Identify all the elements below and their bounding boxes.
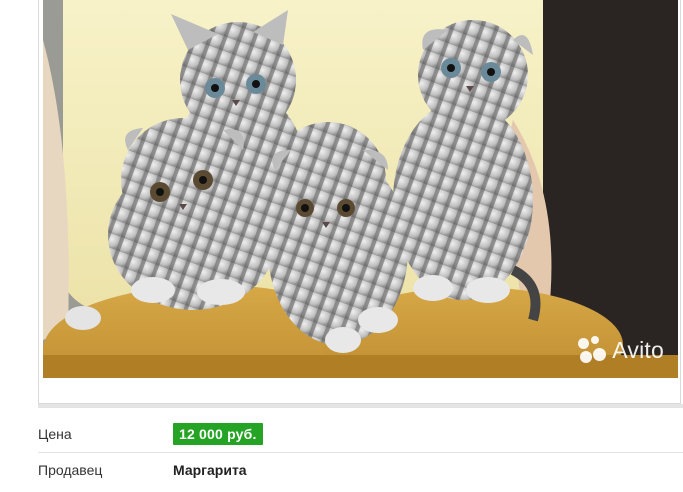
price-label: Цена [38, 426, 72, 442]
avito-logo-icon [578, 336, 607, 364]
seller-row: Продавец Маргарита [38, 456, 683, 492]
price-row: Цена 12 000 руб. [38, 416, 683, 453]
listing-photo[interactable]: Avito [43, 0, 678, 378]
listing-photo-frame: Avito [38, 0, 681, 404]
seller-name[interactable]: Маргарита [173, 462, 247, 478]
avito-watermark-text: Avito [612, 336, 664, 363]
photo-underbar [38, 404, 683, 408]
price-badge: 12 000 руб. [173, 423, 263, 445]
avito-watermark: Avito [578, 336, 664, 364]
kittens-photo [43, 0, 678, 378]
seller-label: Продавец [38, 462, 103, 478]
